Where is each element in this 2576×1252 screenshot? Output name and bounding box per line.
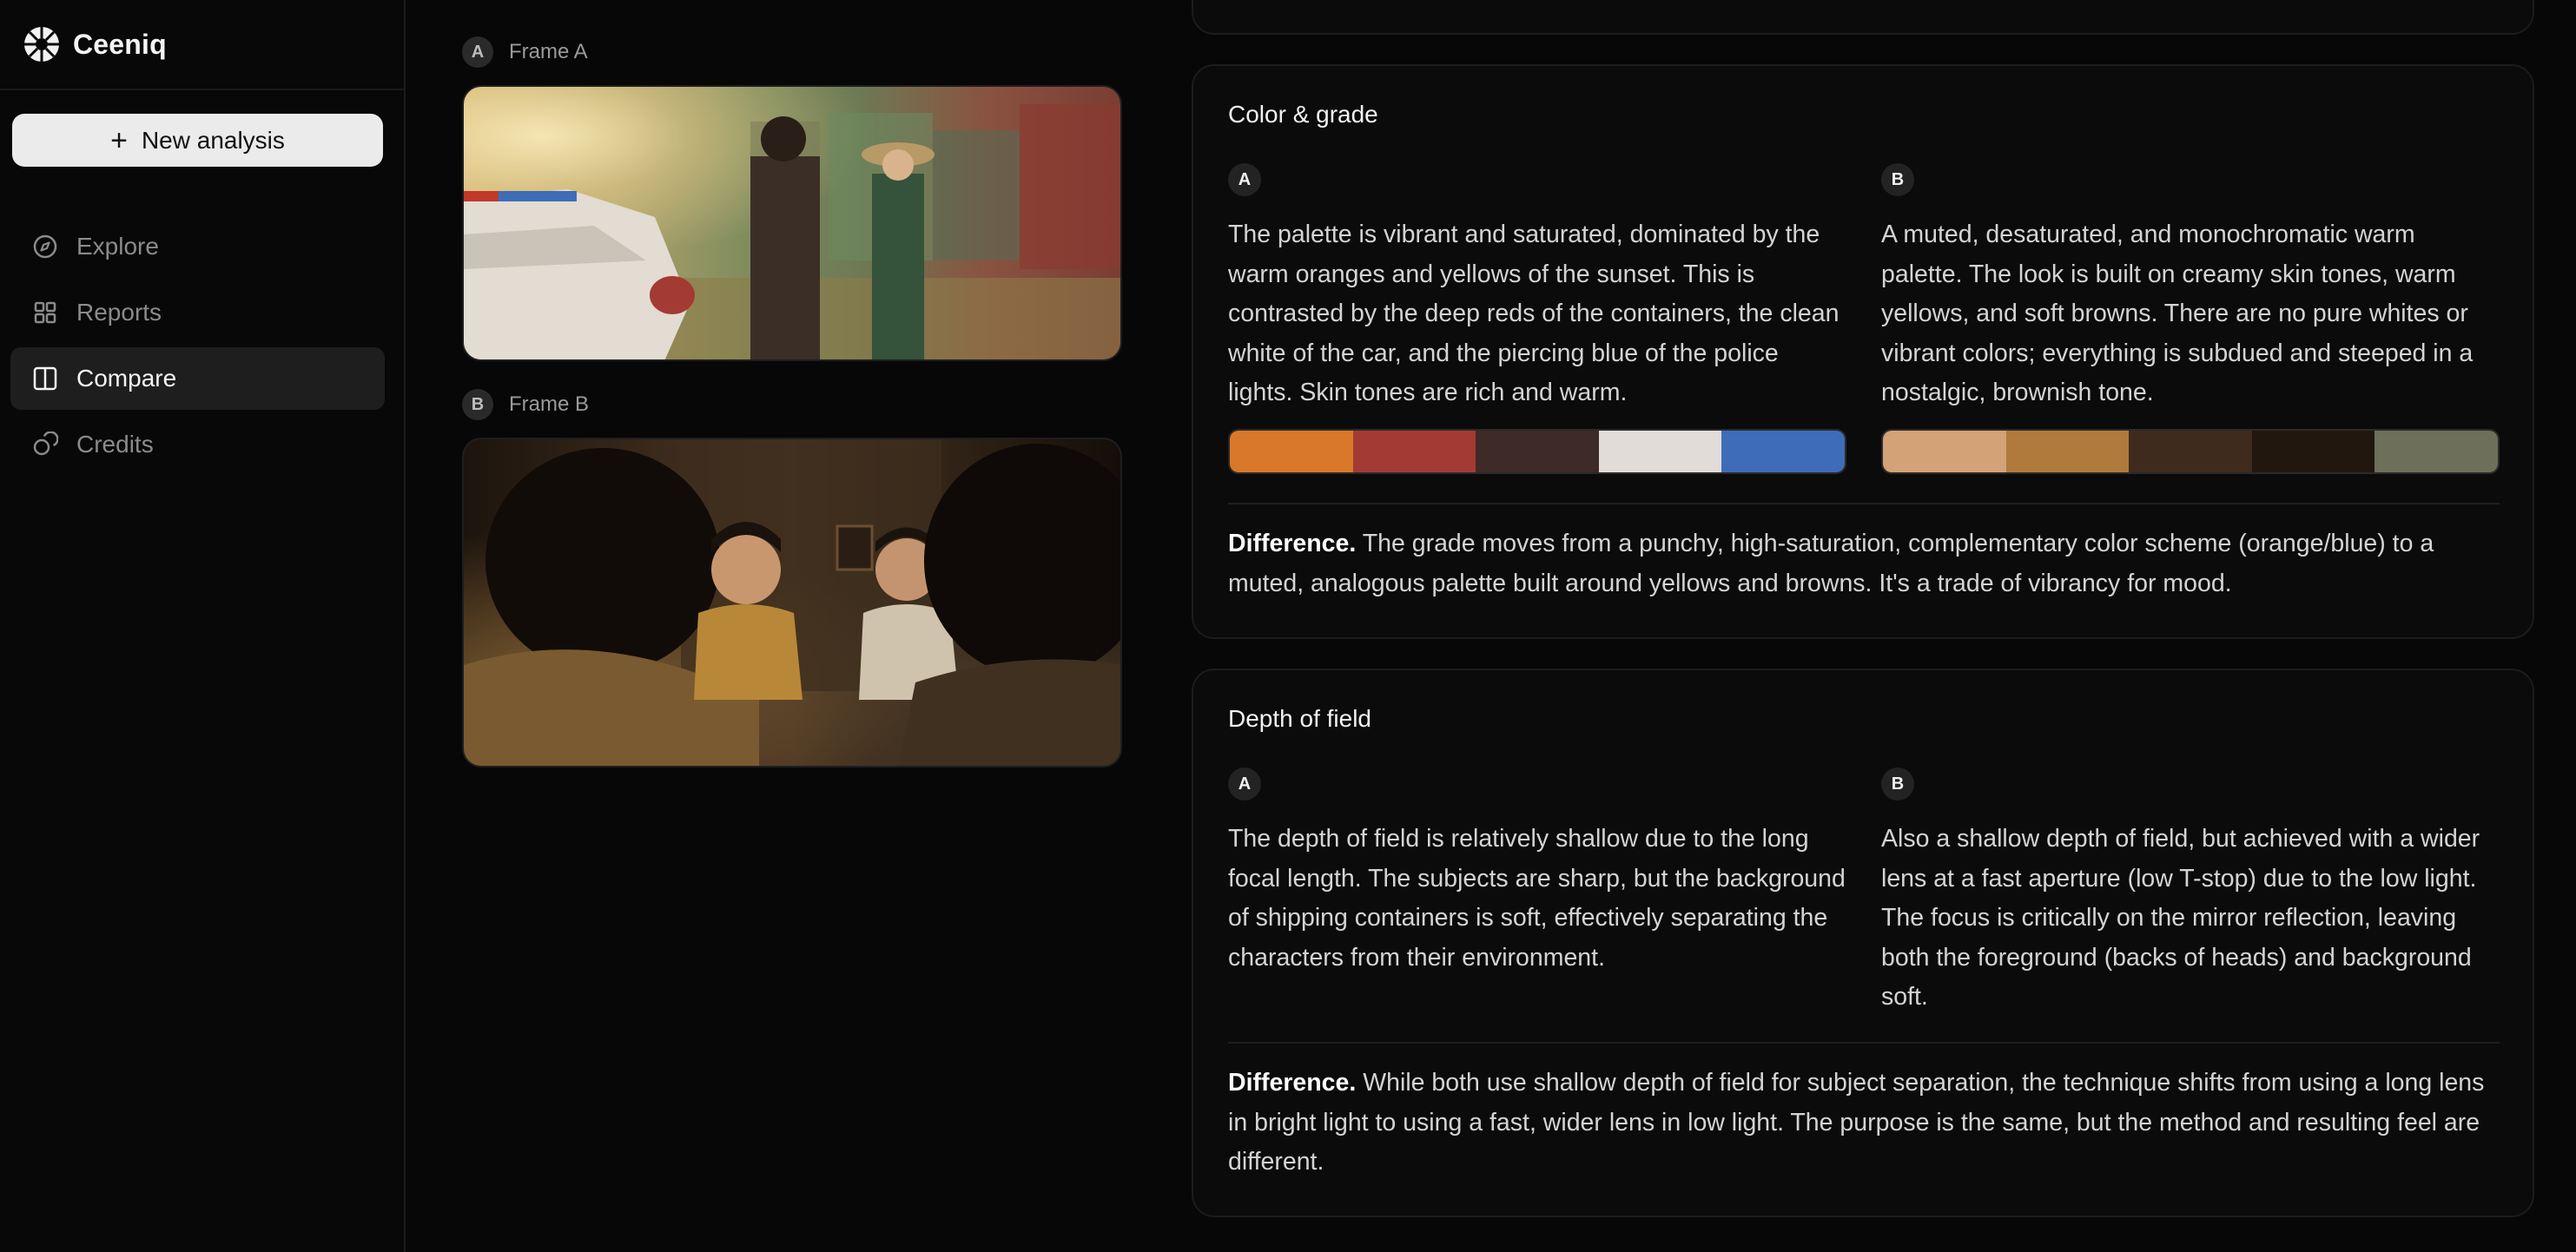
- difference-text: The grade moves from a punchy, high-satu…: [1228, 530, 2434, 597]
- color-grade-title: Color & grade: [1228, 101, 1378, 128]
- color-swatch: [2005, 431, 2130, 472]
- grid-icon: [31, 299, 59, 326]
- color-grade-difference: Difference. The grade moves from a punch…: [1228, 524, 2500, 603]
- divider: [1228, 503, 2500, 504]
- sidebar-item-compare[interactable]: Compare: [10, 347, 385, 410]
- color-swatch: [1352, 431, 1476, 472]
- app-window: Ceeniq + New analysis Explore Reports Co…: [0, 0, 2576, 1252]
- difference-label: Difference.: [1228, 1069, 1357, 1097]
- depth-of-field-b: B Also a shallow depth of field, but ach…: [1881, 768, 2500, 1018]
- new-analysis-label: New analysis: [141, 126, 285, 154]
- color-grade-a: A The palette is vibrant and saturated, …: [1228, 163, 1846, 413]
- aperture-icon: [24, 27, 59, 62]
- frame-b-badge: B: [1881, 163, 1914, 196]
- color-swatch: [1721, 431, 1845, 472]
- color-swatch: [1598, 431, 1722, 472]
- frame-b-label: B Frame B: [462, 387, 1122, 422]
- frame-b-image[interactable]: [462, 438, 1122, 768]
- sidebar-item-label: Reports: [76, 299, 162, 326]
- sidebar: Ceeniq + New analysis Explore Reports Co…: [0, 0, 406, 1252]
- depth-of-field-difference: Difference. While both use shallow depth…: [1228, 1064, 2500, 1183]
- difference-label: Difference.: [1228, 530, 1357, 557]
- depth-of-field-card: Depth of field A The depth of field is r…: [1192, 669, 2534, 1217]
- sidebar-item-label: Compare: [76, 365, 177, 392]
- sidebar-item-explore[interactable]: Explore: [10, 215, 385, 278]
- depth-of-field-a-text: The depth of field is relatively shallow…: [1228, 825, 1846, 972]
- app-name: Ceeniq: [73, 28, 167, 60]
- frame-a-image[interactable]: [462, 85, 1122, 361]
- frame-b-illustration: [464, 439, 1120, 766]
- color-swatch: [2129, 431, 2252, 472]
- sidebar-item-label: Explore: [76, 233, 159, 260]
- frame-b-badge: B: [1881, 768, 1914, 801]
- depth-of-field-b-text: Also a shallow depth of field, but achie…: [1881, 825, 2480, 1011]
- columns-icon: [31, 365, 59, 392]
- frame-b-title: Frame B: [509, 392, 590, 416]
- plus-icon: +: [110, 123, 128, 157]
- depth-of-field-a: A The depth of field is relatively shall…: [1228, 768, 1846, 978]
- sidebar-item-reports[interactable]: Reports: [10, 281, 385, 344]
- color-swatch: [1476, 431, 1599, 472]
- frame-a-badge: A: [462, 36, 493, 68]
- color-swatch: [1883, 431, 2006, 472]
- palette-a: [1228, 429, 1846, 474]
- color-grade-a-text: The palette is vibrant and saturated, do…: [1228, 221, 1840, 406]
- color-grade-b-text: A muted, desaturated, and monochromatic …: [1881, 221, 2474, 406]
- frame-b-badge: B: [462, 389, 493, 420]
- sidebar-item-credits[interactable]: Credits: [10, 413, 385, 476]
- previous-card: [1192, 0, 2534, 35]
- difference-text: While both use shallow depth of field fo…: [1228, 1069, 2485, 1176]
- frame-a-label: A Frame A: [462, 35, 1122, 69]
- sidebar-item-label: Credits: [76, 431, 154, 458]
- compass-icon: [31, 233, 59, 260]
- frame-a-title: Frame A: [509, 40, 588, 63]
- frames-column: A Frame A B Frame B: [462, 35, 1122, 768]
- new-analysis-button[interactable]: + New analysis: [12, 114, 383, 167]
- frame-a-badge: A: [1228, 768, 1261, 801]
- color-swatch: [1230, 431, 1353, 472]
- palette-b: [1881, 429, 2500, 474]
- brand: Ceeniq: [0, 0, 404, 90]
- frame-a-badge: A: [1228, 163, 1261, 196]
- color-swatch: [2251, 431, 2375, 472]
- color-swatch: [2375, 431, 2498, 472]
- depth-of-field-title: Depth of field: [1228, 705, 1371, 732]
- color-grade-card: Color & grade A The palette is vibrant a…: [1192, 64, 2534, 639]
- color-grade-b: B A muted, desaturated, and monochromati…: [1881, 163, 2500, 413]
- frame-a-illustration: [464, 104, 1120, 359]
- coins-icon: [31, 431, 59, 458]
- divider: [1228, 1042, 2500, 1044]
- sidebar-nav: Explore Reports Compare Credits: [10, 215, 385, 479]
